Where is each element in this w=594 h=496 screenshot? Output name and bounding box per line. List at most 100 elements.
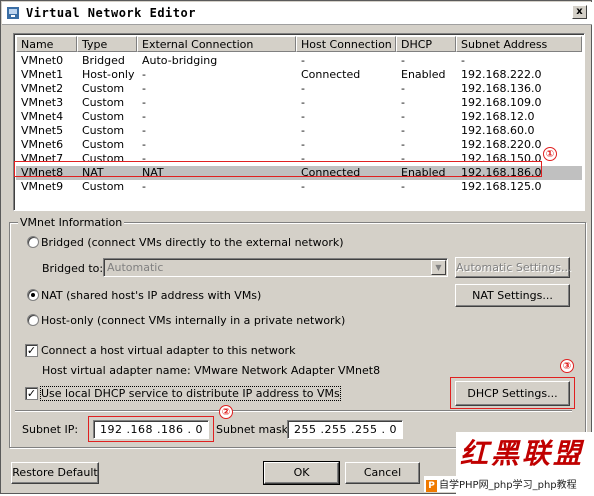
table-cell: VMnet3 xyxy=(21,96,64,109)
table-row[interactable]: VMnet7 Custom - - - 192.168.150.0 xyxy=(16,152,582,166)
automatic-settings-button[interactable]: Automatic Settings... xyxy=(455,257,572,278)
watermark-caption-wrap: P 自学PHP网_php学习_php教程 xyxy=(424,476,577,492)
table-cell: Host-only xyxy=(82,68,135,81)
column-header[interactable]: Host Connection xyxy=(296,36,396,52)
table-cell: 192.168.136.0 xyxy=(461,82,542,95)
table-cell: Bridged xyxy=(82,54,125,67)
table-cell: - xyxy=(142,96,146,109)
table-cell: 192.168.150.0 xyxy=(461,152,542,165)
table-cell: - xyxy=(142,138,146,151)
table-cell: - xyxy=(401,124,405,137)
table-cell: - xyxy=(401,82,405,95)
table-cell: 192.168.12.0 xyxy=(461,110,535,123)
column-header[interactable]: External Connection xyxy=(137,36,296,52)
table-cell: - xyxy=(401,110,405,123)
table-row[interactable]: VMnet8 NAT NAT Connected Enabled 192.168.186.… xyxy=(16,166,582,180)
table-row[interactable]: VMnet3 Custom - - - 192.168.109.0 xyxy=(16,96,582,110)
bridged-to-label: Bridged to: xyxy=(42,262,104,275)
table-cell: - xyxy=(301,96,305,109)
network-list[interactable]: Name Type External Connection Host Connecti… xyxy=(13,33,585,211)
annotation-marker-3: ③ xyxy=(560,359,574,373)
column-header[interactable]: DHCP xyxy=(396,36,456,52)
table-cell: VMnet1 xyxy=(21,68,64,81)
cancel-button[interactable]: Cancel xyxy=(345,462,420,484)
table-row[interactable]: VMnet5 Custom - - - 192.168.60.0 xyxy=(16,124,582,138)
connect-adapter-checkbox[interactable]: ✓ xyxy=(25,344,38,357)
table-cell: - xyxy=(301,54,305,67)
subnet-mask-input[interactable]: 255 .255 .255 . 0 xyxy=(287,420,403,439)
column-header[interactable]: Subnet Address xyxy=(456,36,582,52)
table-cell: - xyxy=(401,138,405,151)
table-cell: VMnet2 xyxy=(21,82,64,95)
table-cell: 192.168.186.0 xyxy=(461,166,542,179)
table-cell: VMnet9 xyxy=(21,180,64,193)
separator xyxy=(15,410,572,412)
nat-radio-label[interactable]: NAT (shared host's IP address with VMs) xyxy=(41,289,261,302)
table-cell: - xyxy=(401,180,405,193)
table-cell: Custom xyxy=(82,180,125,193)
table-row[interactable]: VMnet2 Custom - - - 192.168.136.0 xyxy=(16,82,582,96)
column-header[interactable]: Type xyxy=(77,36,137,52)
annotation-marker-1: ① xyxy=(543,147,557,161)
table-cell: Enabled xyxy=(401,68,446,81)
table-row[interactable]: VMnet4 Custom - - - 192.168.12.0 xyxy=(16,110,582,124)
table-cell: VMnet4 xyxy=(21,110,64,123)
ok-button[interactable]: OK xyxy=(263,461,340,485)
table-cell: - xyxy=(401,96,405,109)
title-bar: Virtual Network Editor x xyxy=(2,2,592,25)
table-cell: VMnet5 xyxy=(21,124,64,137)
table-cell: VMnet0 xyxy=(21,54,64,67)
table-cell: - xyxy=(401,54,405,67)
table-cell: - xyxy=(301,82,305,95)
use-dhcp-label[interactable]: Use local DHCP service to distribute IP … xyxy=(40,386,341,401)
table-cell: Custom xyxy=(82,110,125,123)
table-row[interactable]: VMnet0 Bridged Auto-bridging - - - xyxy=(16,54,582,68)
table-cell: - xyxy=(142,68,146,81)
table-cell: - xyxy=(301,124,305,137)
subnet-mask-label: Subnet mask: xyxy=(216,423,292,436)
table-cell: VMnet6 xyxy=(21,138,64,151)
php-logo-icon: P xyxy=(426,480,437,492)
table-cell: - xyxy=(301,180,305,193)
table-cell: - xyxy=(301,138,305,151)
host-only-radio-label[interactable]: Host-only (connect VMs internally in a p… xyxy=(41,314,345,327)
connect-adapter-label[interactable]: Connect a host virtual adapter to this n… xyxy=(41,344,295,357)
table-row[interactable]: VMnet6 Custom - - - 192.168.220.0 xyxy=(16,138,582,152)
table-cell: Custom xyxy=(82,138,125,151)
table-cell: 192.168.222.0 xyxy=(461,68,542,81)
table-cell: 192.168.109.0 xyxy=(461,96,542,109)
network-app-icon xyxy=(7,7,19,19)
bridged-to-select[interactable]: Automatic ▼ xyxy=(103,258,448,277)
table-row[interactable]: VMnet1 Host-only - Connected Enabled 192.168.… xyxy=(16,68,582,82)
table-cell: 192.168.220.0 xyxy=(461,138,542,151)
restore-default-button[interactable]: Restore Default xyxy=(11,462,99,484)
network-list-header: Name Type External Connection Host Connecti… xyxy=(16,36,582,52)
bridged-to-value: Automatic xyxy=(107,261,164,274)
close-button[interactable]: x xyxy=(572,5,587,19)
table-cell: Enabled xyxy=(401,166,446,179)
table-cell: NAT xyxy=(142,166,164,179)
watermark-caption: 自学PHP网_php学习_php教程 xyxy=(439,480,577,491)
dhcp-settings-highlight-box xyxy=(450,377,575,409)
table-cell: Custom xyxy=(82,152,125,165)
table-cell: Auto-bridging xyxy=(142,54,218,67)
table-cell: 192.168.125.0 xyxy=(461,180,542,193)
table-cell: Custom xyxy=(82,82,125,95)
vmnet-information-group xyxy=(9,222,586,448)
nat-settings-button[interactable]: NAT Settings... xyxy=(455,284,570,307)
use-dhcp-checkbox[interactable]: ✓ xyxy=(25,387,38,400)
table-cell: VMnet7 xyxy=(21,152,64,165)
bridged-radio[interactable] xyxy=(27,236,39,248)
table-cell: - xyxy=(401,152,405,165)
nat-radio[interactable] xyxy=(27,289,39,301)
subnet-ip-label: Subnet IP: xyxy=(22,423,79,436)
bridged-radio-label[interactable]: Bridged (connect VMs directly to the ext… xyxy=(41,236,344,249)
table-cell: Connected xyxy=(301,68,361,81)
table-cell: - xyxy=(301,152,305,165)
column-header[interactable]: Name xyxy=(16,36,77,52)
table-cell: - xyxy=(301,110,305,123)
host-only-radio[interactable] xyxy=(27,314,39,326)
vmnet-information-label: VMnet Information xyxy=(18,216,125,229)
table-row[interactable]: VMnet9 Custom - - - 192.168.125.0 xyxy=(16,180,582,194)
table-cell: - xyxy=(461,54,465,67)
